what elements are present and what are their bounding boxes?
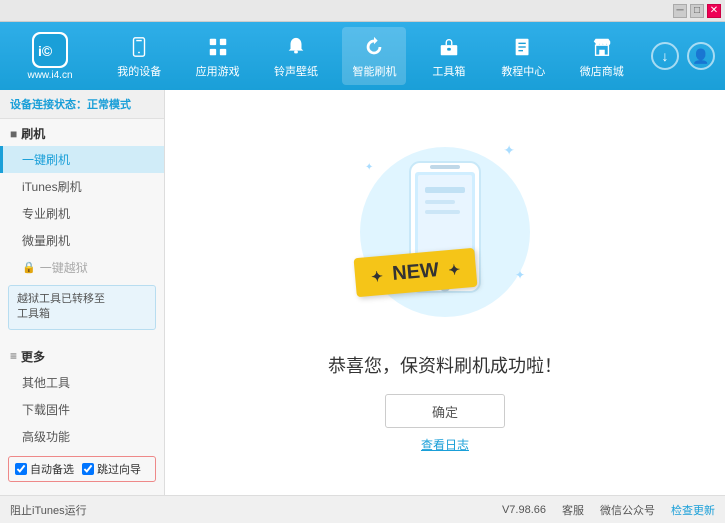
auto-backup-label: 自动备选	[30, 461, 74, 477]
sidebar: 设备连接状态：正常模式 ■ 刷机 一键刷机 iTunes刷机 专业刷机 微量刷机…	[0, 90, 165, 495]
sidebar-notice: 越狱工具已转移至 工具箱	[8, 285, 156, 330]
skip-guide-label: 跳过向导	[97, 461, 141, 477]
customer-service-link[interactable]: 客服	[562, 502, 584, 518]
sidebar-item-other-tools[interactable]: 其他工具	[0, 369, 164, 396]
skip-guide-checkbox[interactable]: 跳过向导	[82, 461, 141, 477]
body: 设备连接状态：正常模式 ■ 刷机 一键刷机 iTunes刷机 专业刷机 微量刷机…	[0, 90, 725, 495]
phone-icon	[125, 33, 153, 61]
nav-item-my-device[interactable]: 我的设备	[107, 27, 171, 85]
group-flash: ■ 刷机	[0, 119, 164, 146]
logo-text: www.i4.cn	[27, 70, 72, 81]
locked-label: 一键越狱	[40, 259, 88, 276]
group-more: ≡ 更多	[0, 342, 164, 369]
app-window: i© www.i4.cn 我的设备 应用游戏	[0, 22, 725, 523]
check-update-link[interactable]: 检查更新	[671, 502, 715, 518]
sidebar-item-one-key-flash[interactable]: 一键刷机	[0, 146, 164, 173]
checkbox-row: 自动备选 跳过向导	[8, 456, 156, 482]
status-label: 设备连接状态：	[10, 99, 87, 111]
daily-link[interactable]: 查看日志	[421, 436, 469, 453]
success-message: 恭喜您，保资料刷机成功啦！	[328, 356, 562, 376]
success-illustration: ✦ ✦ ✦	[345, 132, 545, 332]
sidebar-item-itunes-flash[interactable]: iTunes刷机	[0, 173, 164, 200]
notice-text: 越狱工具已转移至 工具箱	[17, 293, 105, 320]
sidebar-locked-jailbreak: 🔒 一键越狱	[0, 254, 164, 281]
download-btn[interactable]: ↓	[651, 42, 679, 70]
sparkle-3: ✦	[515, 268, 525, 282]
nav-label-toolbox: 工具箱	[432, 63, 465, 79]
auto-backup-checkbox[interactable]: 自动备选	[15, 461, 74, 477]
status-value: 正常模式	[87, 99, 131, 111]
daily-link-text: 查看日志	[421, 438, 469, 452]
new-badge-text: NEW	[391, 259, 439, 285]
flash-group-icon: ■	[10, 127, 17, 141]
nav-label-my-device: 我的设备	[117, 63, 161, 79]
logo-icon: i©	[32, 32, 68, 68]
nav-item-ringtones[interactable]: 铃声壁纸	[264, 27, 328, 85]
nav-item-toolbox[interactable]: 工具箱	[421, 27, 477, 85]
book-icon	[509, 33, 537, 61]
sidebar-item-micro-flash[interactable]: 微量刷机	[0, 227, 164, 254]
confirm-btn-label: 确定	[432, 402, 458, 421]
logo[interactable]: i© www.i4.cn	[10, 31, 90, 81]
footer: 阻止iTunes运行 V7.98.66 客服 微信公众号 检查更新	[0, 495, 725, 523]
nav-label-ringtones: 铃声壁纸	[274, 63, 318, 79]
version-text: V7.98.66	[502, 504, 546, 516]
nav-label-weidian: 微店商城	[580, 63, 624, 79]
restore-btn[interactable]: □	[690, 4, 704, 18]
sidebar-item-download-firmware[interactable]: 下载固件	[0, 396, 164, 423]
footer-left: 阻止iTunes运行	[10, 502, 502, 518]
group-flash-label: 刷机	[21, 125, 45, 142]
toolbox-icon	[435, 33, 463, 61]
nav-item-apps[interactable]: 应用游戏	[186, 27, 250, 85]
header-right: ↓ 👤	[651, 42, 715, 70]
sparkle-1: ✦	[503, 142, 515, 159]
auto-backup-input[interactable]	[15, 463, 27, 475]
success-text: 恭喜您，保资料刷机成功啦！	[328, 352, 562, 378]
sparkle-2: ✦	[365, 162, 373, 173]
lock-icon: 🔒	[22, 261, 36, 274]
status-bar: 设备连接状态：正常模式	[0, 90, 164, 119]
minimize-btn[interactable]: ─	[673, 4, 687, 18]
sidebar-item-pro-flash[interactable]: 专业刷机	[0, 200, 164, 227]
skip-guide-input[interactable]	[82, 463, 94, 475]
nav-item-tutorial[interactable]: 教程中心	[491, 27, 555, 85]
nav-label-tutorial: 教程中心	[501, 63, 545, 79]
nav-label-apps: 应用游戏	[196, 63, 240, 79]
close-btn[interactable]: ✕	[707, 4, 721, 18]
nav-item-weidian[interactable]: 微店商城	[570, 27, 634, 85]
title-bar: ─ □ ✕	[0, 0, 725, 22]
shop-icon	[588, 33, 616, 61]
itunes-block-btn[interactable]: 阻止iTunes运行	[10, 505, 87, 517]
footer-right: V7.98.66 客服 微信公众号 检查更新	[502, 502, 715, 518]
refresh-icon	[360, 33, 388, 61]
apps-icon	[204, 33, 232, 61]
nav-items: 我的设备 应用游戏 铃声壁纸 智能刷机	[100, 27, 641, 85]
svg-text:i©: i©	[38, 43, 53, 59]
more-group-icon: ≡	[10, 349, 17, 363]
bell-icon	[282, 33, 310, 61]
main-content: ✦ ✦ ✦	[165, 90, 725, 495]
group-more-label: 更多	[21, 348, 45, 365]
user-btn[interactable]: 👤	[687, 42, 715, 70]
nav-label-smart-flash: 智能刷机	[352, 63, 396, 79]
header: i© www.i4.cn 我的设备 应用游戏	[0, 22, 725, 90]
sidebar-item-advanced[interactable]: 高级功能	[0, 423, 164, 450]
confirm-button[interactable]: 确定	[385, 394, 505, 428]
nav-item-smart-flash[interactable]: 智能刷机	[342, 27, 406, 85]
wechat-official-link[interactable]: 微信公众号	[600, 502, 655, 518]
